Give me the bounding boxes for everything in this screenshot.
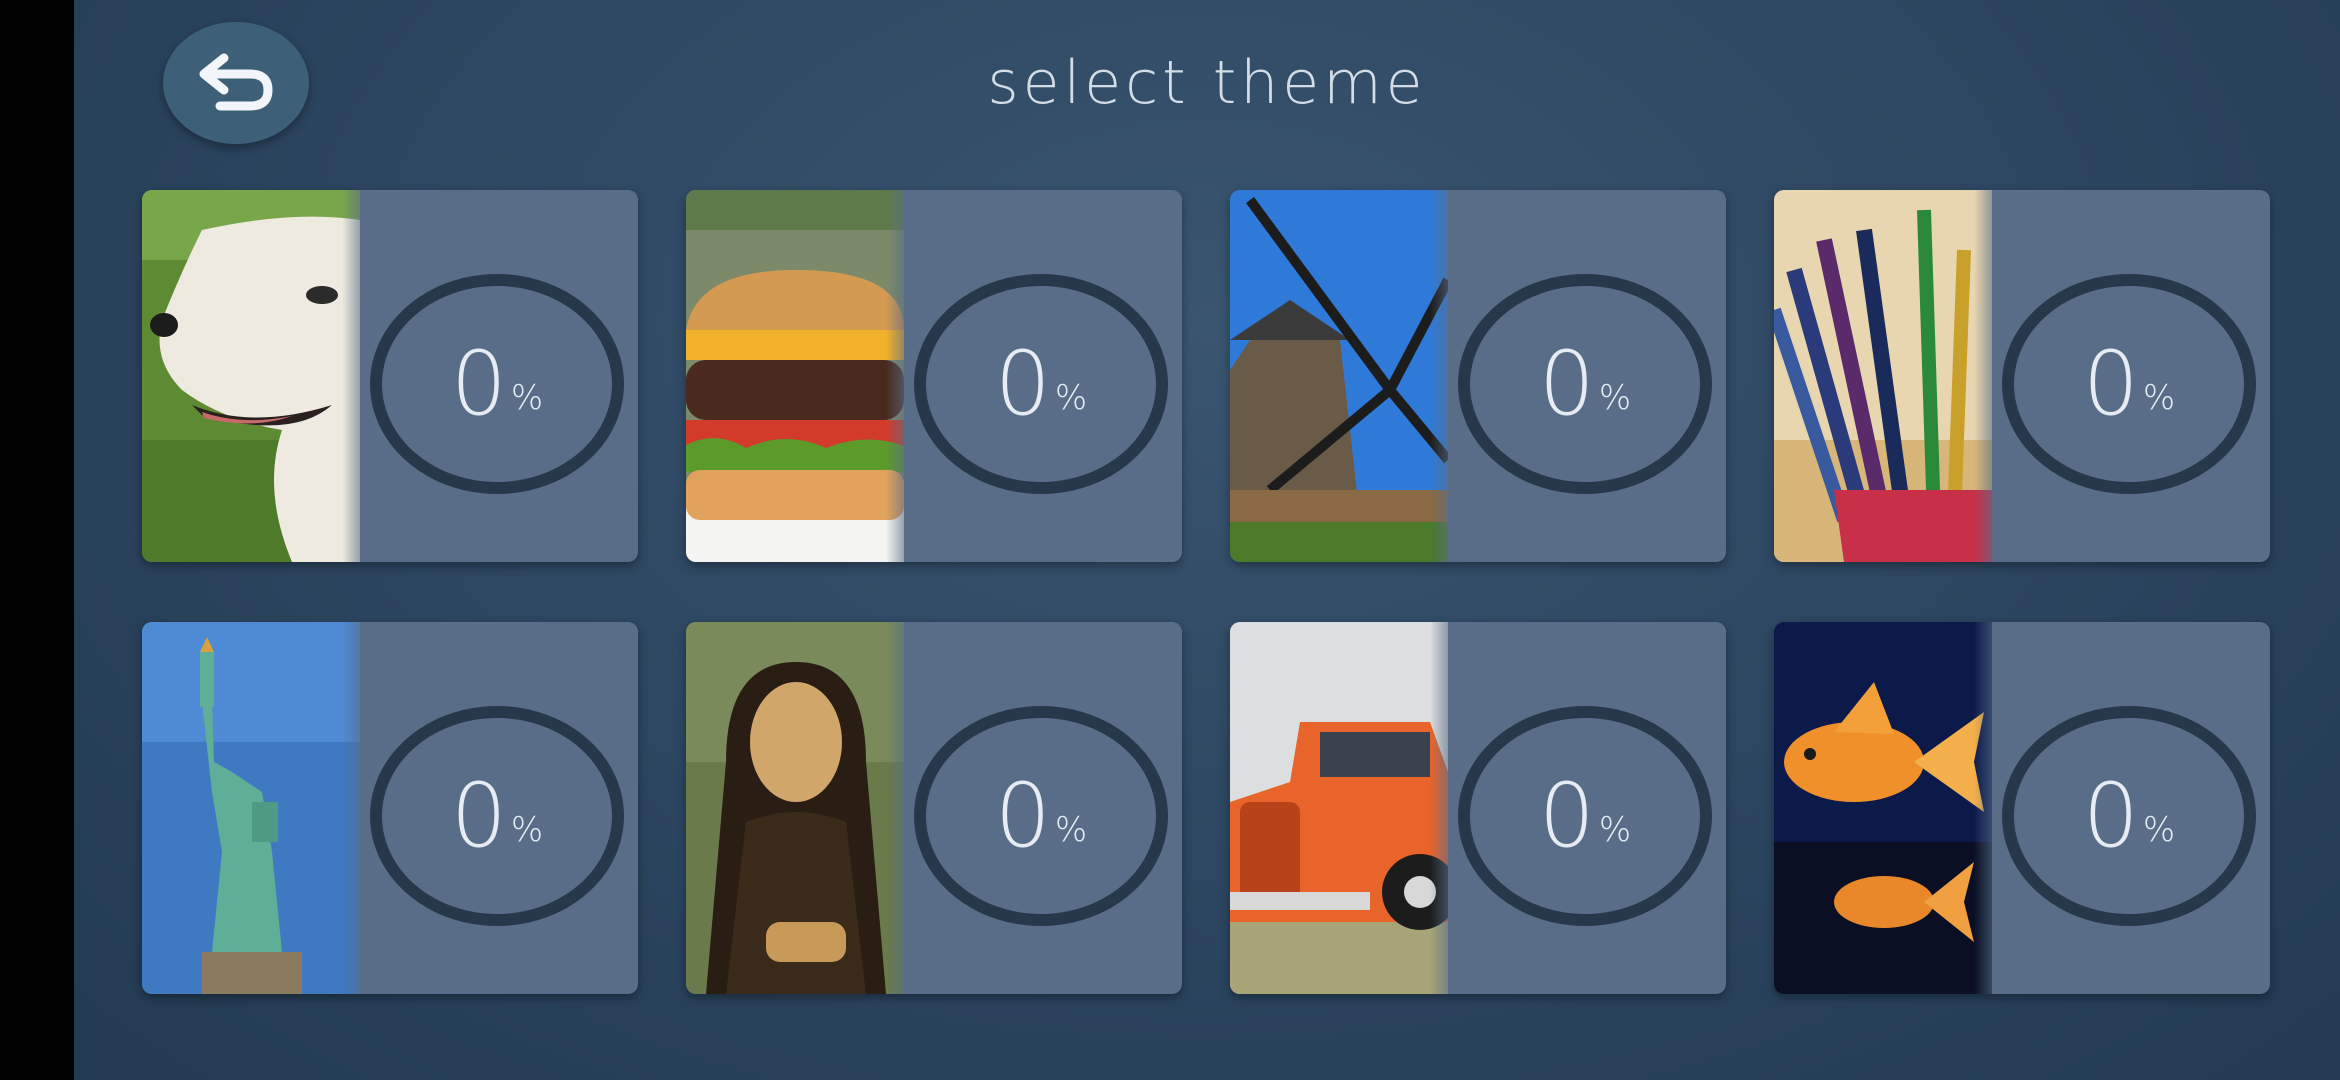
percent-sign: % — [510, 810, 544, 850]
progress-label: 0% — [1458, 706, 1712, 926]
image-fade — [886, 190, 916, 562]
theme-card-windmill[interactable]: 0% — [1230, 190, 1726, 562]
statue-of-liberty-thumbnail — [142, 622, 360, 994]
progress-value: 0 — [2082, 764, 2139, 867]
progress-value: 0 — [994, 332, 1051, 435]
percent-sign: % — [510, 378, 544, 418]
pencils-thumbnail — [1774, 190, 1992, 562]
percent-sign: % — [2142, 378, 2176, 418]
progress-label: 0% — [370, 706, 624, 926]
percent-sign: % — [1598, 810, 1632, 850]
vintage-car-thumbnail — [1230, 622, 1448, 994]
percent-sign: % — [1054, 378, 1088, 418]
dog-thumbnail — [142, 190, 360, 562]
image-fade — [342, 622, 372, 994]
progress-value: 0 — [1538, 764, 1595, 867]
progress-label: 0% — [914, 274, 1168, 494]
theme-select-screen: select theme 0% 0 % 0 % 0 % 0 % 0 % 0 % … — [74, 0, 2340, 1080]
percent-sign: % — [1054, 810, 1088, 850]
image-fade — [1974, 190, 2004, 562]
goldfish-thumbnail — [1774, 622, 1992, 994]
mona-lisa-thumbnail — [686, 622, 904, 994]
percent-sign: % — [1598, 378, 1632, 418]
theme-card-mona-lisa[interactable]: 0% — [686, 622, 1182, 994]
page-title: select theme — [987, 48, 1427, 118]
image-fade — [1974, 622, 2004, 994]
windmill-thumbnail — [1230, 190, 1448, 562]
progress-label: 0% — [914, 706, 1168, 926]
image-fade — [1430, 190, 1460, 562]
theme-card-pencils[interactable]: 0% — [1774, 190, 2270, 562]
progress-value: 0 — [2082, 332, 2139, 435]
theme-card-statue-of-liberty[interactable]: 0% — [142, 622, 638, 994]
percent-sign: % — [2142, 810, 2176, 850]
progress-label: 0% — [1458, 274, 1712, 494]
theme-card-burger[interactable]: 0% — [686, 190, 1182, 562]
theme-card-goldfish[interactable]: 0% — [1774, 622, 2270, 994]
theme-card-dog[interactable]: 0% — [142, 190, 638, 562]
progress-value: 0 — [994, 764, 1051, 867]
progress-value: 0 — [450, 764, 507, 867]
progress-label: 0% — [2002, 274, 2256, 494]
progress-label: 0% — [2002, 706, 2256, 926]
image-fade — [886, 622, 916, 994]
progress-value: 0 — [1538, 332, 1595, 435]
image-fade — [1430, 622, 1460, 994]
burger-thumbnail — [686, 190, 904, 562]
progress-value: 0 — [450, 332, 507, 435]
progress-label: 0% — [370, 274, 624, 494]
image-fade — [342, 190, 372, 562]
theme-card-vintage-car[interactable]: 0% — [1230, 622, 1726, 994]
